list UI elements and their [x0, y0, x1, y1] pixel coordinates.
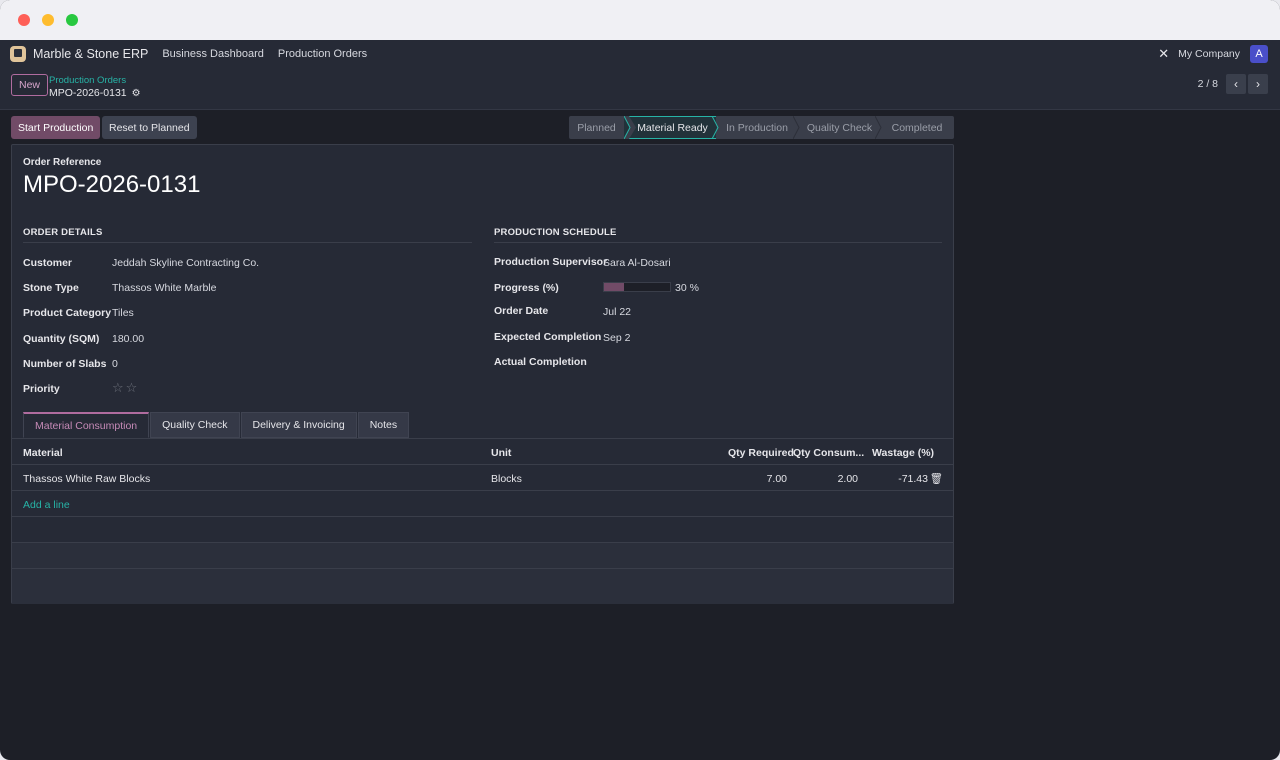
chevron-left-icon[interactable]: ‹ [1226, 74, 1246, 94]
order-reference-label: Order Reference [23, 157, 102, 168]
progress-value: 30 % [675, 282, 699, 294]
pager: 2 / 8 ‹ › [1198, 74, 1268, 94]
column-qty-consumed[interactable]: Qty Consum... [793, 447, 864, 459]
empty-row [12, 517, 953, 543]
user-avatar[interactable]: A [1250, 45, 1268, 63]
record-name-text: MPO-2026-0131 [49, 87, 127, 99]
tab-material-consumption[interactable]: Material Consumption [23, 412, 150, 438]
order-date-label: Order Date [494, 305, 549, 317]
stage-planned[interactable]: Planned [569, 116, 624, 139]
add-line-row: Add a line [12, 491, 953, 517]
tab-quality-check[interactable]: Quality Check [150, 412, 240, 438]
company-switcher[interactable]: My Company [1178, 48, 1240, 60]
quantity-field[interactable]: 180.00 [112, 333, 144, 345]
empty-row [12, 569, 953, 604]
supervisor-field[interactable]: Sara Al-Dosari [603, 257, 671, 269]
wastage-cell[interactable]: -71.43 [898, 473, 928, 485]
add-line-link[interactable]: Add a line [23, 499, 70, 511]
qty-consumed-cell[interactable]: 2.00 [838, 473, 858, 485]
order-reference-value[interactable]: MPO-2026-0131 [23, 171, 200, 199]
navbar-right: ✕ My Company A [1158, 40, 1268, 68]
quantity-label: Quantity (SQM) [23, 333, 100, 345]
nav-production-orders[interactable]: Production Orders [278, 48, 367, 60]
pager-value[interactable]: 2 / 8 [1198, 78, 1218, 90]
nav-business-dashboard[interactable]: Business Dashboard [162, 48, 264, 60]
app-logo-icon[interactable] [10, 46, 26, 62]
column-wastage[interactable]: Wastage (%) [872, 447, 934, 459]
tab-delivery-invoicing[interactable]: Delivery & Invoicing [240, 412, 357, 438]
priority-label: Priority [23, 383, 60, 395]
progress-fill [604, 283, 624, 291]
expected-completion-label: Expected Completion [494, 331, 602, 343]
close-window-button[interactable] [18, 14, 30, 26]
product-category-label: Product Category [23, 307, 112, 319]
table-header: Material Unit Qty Required Qty Consum...… [12, 439, 953, 465]
window-titlebar [0, 0, 1280, 40]
stage-in-production[interactable]: In Production [719, 116, 795, 139]
actual-completion-label: Actual Completion [494, 356, 587, 368]
stage-completed[interactable]: Completed [883, 116, 951, 139]
trash-icon[interactable]: 🗑 [930, 472, 943, 485]
supervisor-label: Production Supervisor [494, 256, 608, 268]
column-unit[interactable]: Unit [491, 447, 511, 459]
number-of-slabs-field[interactable]: 0 [112, 358, 118, 370]
notebook-tabs: Material Consumption Quality Check Deliv… [23, 412, 410, 438]
stone-type-label: Stone Type [23, 282, 79, 294]
product-category-field[interactable]: Tiles [112, 307, 134, 319]
expected-completion-field[interactable]: Sep 2 [603, 332, 630, 344]
table-row[interactable]: Thassos White Raw Blocks Blocks 7.00 2.0… [12, 465, 953, 491]
customer-label: Customer [23, 257, 73, 269]
stone-type-field[interactable]: Thassos White Marble [112, 282, 216, 294]
order-details-title: ORDER DETAILS [23, 227, 472, 243]
material-cell[interactable]: Thassos White Raw Blocks [23, 473, 150, 485]
qty-required-cell[interactable]: 7.00 [767, 473, 787, 485]
status-bar: Planned Material Ready In Production Qua… [569, 116, 954, 139]
progress-bar[interactable] [603, 282, 671, 292]
gear-icon[interactable]: ⚙ [132, 88, 141, 99]
progress-label: Progress (%) [494, 282, 559, 294]
form-sheet: Order Reference MPO-2026-0131 ORDER DETA… [11, 144, 954, 604]
control-panel: New Production Orders MPO-2026-0131 ⚙ 2 … [0, 68, 1280, 110]
breadcrumb[interactable]: Production Orders [49, 75, 126, 86]
stage-separator [624, 116, 636, 139]
column-qty-required[interactable]: Qty Required [728, 447, 794, 459]
column-material[interactable]: Material [23, 447, 63, 459]
priority-star-icons[interactable]: ☆☆ [112, 380, 139, 396]
stage-quality-check[interactable]: Quality Check [802, 116, 877, 139]
reset-to-planned-button[interactable]: Reset to Planned [102, 116, 197, 139]
customer-field[interactable]: Jeddah Skyline Contracting Co. [112, 257, 259, 269]
top-navbar: Marble & Stone ERP Business Dashboard Pr… [0, 40, 1280, 68]
app-name[interactable]: Marble & Stone ERP [33, 47, 148, 61]
record-name: MPO-2026-0131 ⚙ [49, 87, 141, 99]
app-window: Marble & Stone ERP Business Dashboard Pr… [0, 0, 1280, 760]
stage-material-ready[interactable]: Material Ready [629, 116, 716, 139]
number-of-slabs-label: Number of Slabs [23, 358, 107, 370]
new-button[interactable]: New [11, 74, 49, 96]
tab-notes[interactable]: Notes [357, 412, 410, 438]
chevron-right-icon[interactable]: › [1248, 74, 1268, 94]
maximize-window-button[interactable] [66, 14, 78, 26]
production-schedule-title: PRODUCTION SCHEDULE [494, 227, 942, 243]
start-production-button[interactable]: Start Production [11, 116, 101, 139]
unit-cell[interactable]: Blocks [491, 473, 522, 485]
empty-row [12, 543, 953, 569]
debug-tools-icon[interactable]: ✕ [1158, 46, 1169, 62]
action-bar: Start Production Reset to Planned Planne… [0, 110, 1280, 144]
minimize-window-button[interactable] [42, 14, 54, 26]
order-date-field[interactable]: Jul 22 [603, 306, 631, 318]
